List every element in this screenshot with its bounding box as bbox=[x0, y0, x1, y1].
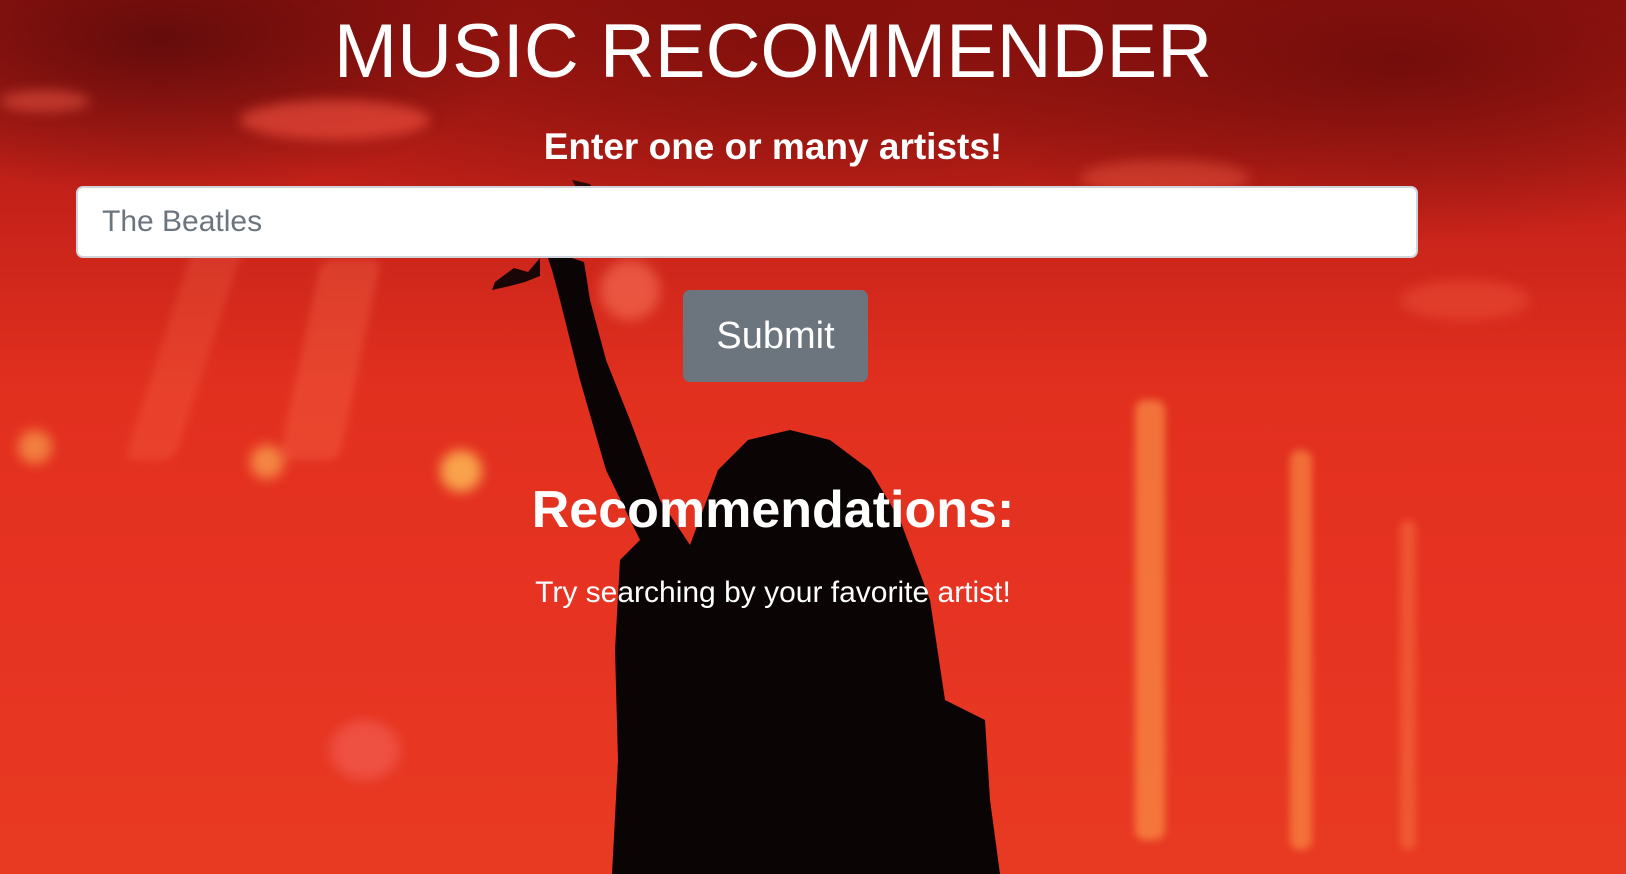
recommendations-heading: Recommendations: bbox=[531, 481, 1015, 539]
submit-button[interactable]: Submit bbox=[683, 290, 868, 382]
page-title: MUSIC RECOMMENDER bbox=[333, 9, 1213, 94]
artist-prompt-label: Enter one or many artists! bbox=[543, 126, 1003, 167]
recommendations-empty-hint: Try searching by your favorite artist! bbox=[535, 576, 1011, 609]
artist-search-input[interactable] bbox=[76, 186, 1418, 258]
